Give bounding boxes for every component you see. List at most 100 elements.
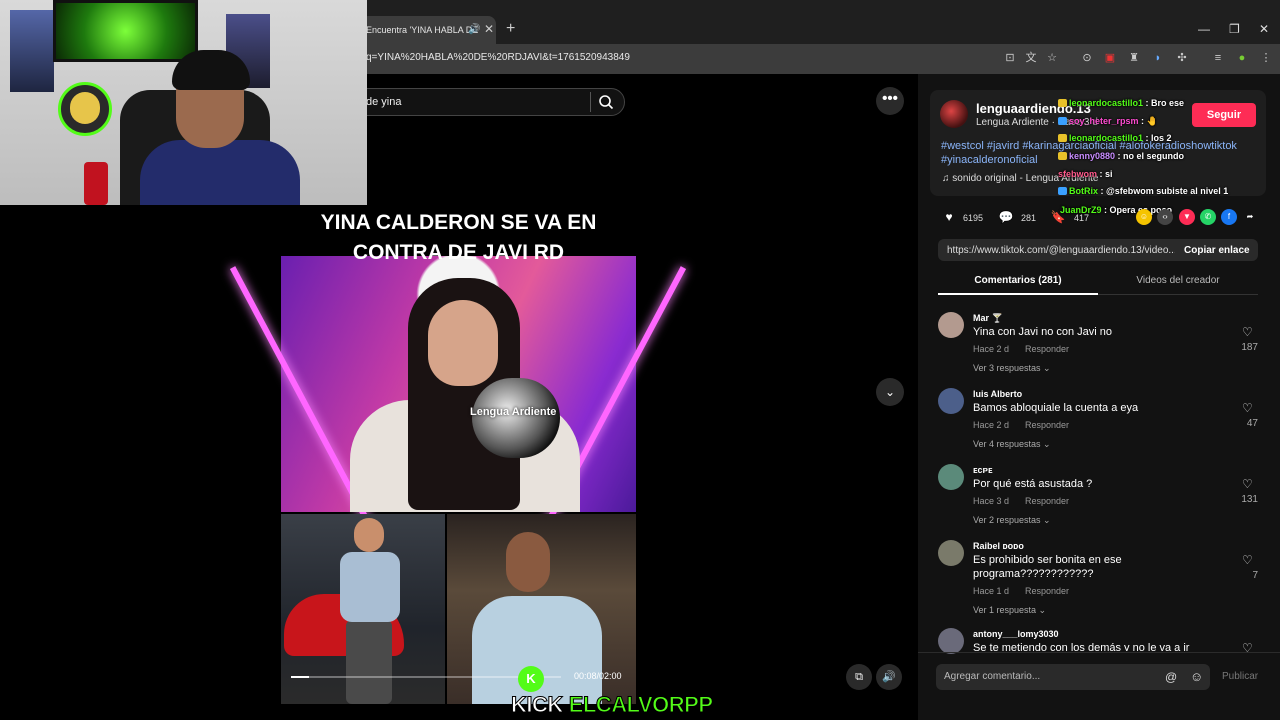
publish-button[interactable]: Publicar — [1222, 671, 1258, 682]
chat-message: leonardocastillo1 : Bro ese — [1058, 98, 1184, 108]
comment-time: Hace 2 d — [973, 344, 1010, 354]
comment-like-icon[interactable]: ♡ — [1242, 477, 1253, 491]
picture-in-picture-button[interactable]: ⧉ — [846, 664, 872, 690]
url-field[interactable]: q=YINA%20HABLA%20DE%20RDJAVI&t=176152094… — [366, 52, 630, 63]
more-options-button[interactable]: ••• — [876, 87, 904, 115]
search-divider — [590, 92, 591, 112]
embed-icon[interactable]: ‹› — [1157, 209, 1173, 225]
comment-like-count: 47 — [1246, 418, 1258, 429]
like-count: 6195 — [963, 213, 984, 223]
comment-username[interactable]: antony___lomy3030 — [973, 629, 1059, 639]
follow-button[interactable]: Seguir — [1192, 103, 1256, 127]
search-input[interactable]: de yina — [366, 96, 401, 108]
woman-face — [428, 300, 498, 386]
comment-username[interactable]: luis Alberto — [973, 389, 1022, 399]
copy-link-button[interactable]: Copiar enlace — [1184, 245, 1250, 256]
media-icon[interactable]: ≡ — [1211, 51, 1225, 65]
comment-avatar[interactable] — [938, 464, 964, 490]
close-window-button[interactable]: ✕ — [1259, 22, 1269, 36]
reply-button[interactable]: Responder — [1025, 420, 1069, 430]
comment-avatar[interactable] — [938, 388, 964, 414]
comment-avatar[interactable] — [938, 540, 964, 566]
view-replies-button[interactable]: Ver 4 respuestas ⌄ — [973, 439, 1051, 450]
profile-avatar[interactable]: ● — [1235, 51, 1249, 65]
chat-badge-icon — [1058, 99, 1067, 107]
comment-icon[interactable]: 💬 — [998, 209, 1014, 225]
comment-time: Hace 1 d — [973, 586, 1010, 596]
video-link[interactable]: https://www.tiktok.com/@lenguaardiendo.1… — [947, 245, 1175, 256]
install-icon[interactable]: ⊡ — [1003, 51, 1017, 65]
drink-can — [84, 162, 108, 205]
extension-icon[interactable]: ⊙ — [1080, 51, 1094, 65]
comment-time: Hace 2 d — [973, 420, 1010, 430]
volume-button[interactable]: 🔊 — [876, 664, 902, 690]
chat-message: sfebwom : si — [1058, 169, 1113, 179]
comment-count: 281 — [1021, 213, 1037, 223]
bookmark-icon[interactable]: 🔖 — [1050, 209, 1066, 225]
comment-text: Se te metiendo con los demás y no le va … — [973, 642, 1190, 651]
extension-icon[interactable]: ♜ — [1127, 51, 1141, 65]
view-replies-button[interactable]: Ver 2 respuestas ⌄ — [973, 515, 1051, 526]
restore-button[interactable]: ❐ — [1229, 22, 1240, 36]
search-icon[interactable] — [598, 94, 614, 110]
menu-icon[interactable]: ⋮ — [1259, 51, 1273, 65]
chat-message: BotRix : @sfebwom subiste al nivel 1 — [1058, 186, 1228, 196]
creator-avatar[interactable] — [940, 100, 968, 128]
man-head — [506, 532, 550, 592]
view-replies-button[interactable]: Ver 1 respuesta ⌄ — [973, 605, 1046, 616]
share-icon[interactable]: ➦ — [1242, 209, 1258, 225]
extension-icon[interactable]: ▣ — [1103, 51, 1117, 65]
green-screen-tv — [53, 0, 198, 62]
puzzle-icon[interactable]: ✣ — [1175, 51, 1189, 65]
brand-watermark: Lengua Ardiente — [470, 406, 557, 418]
comment-time: Hace 3 d — [973, 496, 1010, 506]
comment-username[interactable]: Mar 🍸 — [973, 313, 1003, 324]
minimize-button[interactable]: — — [1198, 22, 1210, 36]
man-head — [354, 518, 384, 552]
comment-placeholder: Agregar comentario... — [944, 671, 1041, 682]
chat-text: : 🤚 — [1138, 116, 1158, 126]
chat-username: leonardocastillo1 — [1069, 133, 1144, 143]
new-tab-button[interactable]: + — [506, 20, 515, 38]
chat-text: : no el segundo — [1115, 151, 1185, 161]
whatsapp-icon[interactable]: ✆ — [1200, 209, 1216, 225]
tab-creator-videos[interactable]: Videos del creador — [1098, 275, 1258, 286]
send-icon[interactable]: ▼ — [1179, 209, 1195, 225]
chat-message: kenny0880 : no el segundo — [1058, 151, 1184, 161]
tab-close-icon[interactable]: ✕ — [484, 22, 494, 36]
comment-text: Es prohibido ser bonita en ese programa?… — [973, 554, 1122, 580]
stream-branding: KICK ELCALVORPP — [511, 692, 714, 718]
reply-button[interactable]: Responder — [1025, 496, 1069, 506]
chat-badge-icon — [1058, 117, 1067, 125]
comment-username[interactable]: ᴇᴄᴘᴇ — [973, 465, 993, 475]
comment-like-icon[interactable]: ♡ — [1242, 325, 1253, 339]
bookmark-star-icon[interactable]: ☆ — [1045, 51, 1059, 65]
coin-icon[interactable]: ☺ — [1136, 209, 1152, 225]
progress-fill — [291, 676, 310, 678]
kick-logo-icon: K — [518, 666, 544, 692]
comment-like-icon[interactable]: ♡ — [1242, 401, 1253, 415]
wall-poster — [10, 10, 54, 92]
view-replies-button[interactable]: Ver 3 respuestas ⌄ — [973, 363, 1051, 374]
reply-button[interactable]: Responder — [1025, 586, 1069, 596]
comment-avatar[interactable] — [938, 312, 964, 338]
chat-username: BotRix — [1069, 186, 1098, 196]
like-icon[interactable]: ♥ — [941, 209, 957, 225]
video-time: 00:08/02:00 — [574, 671, 622, 681]
emoji-icon[interactable]: ☺ — [1190, 669, 1203, 684]
reply-button[interactable]: Responder — [1025, 344, 1069, 354]
comment-username[interactable]: Raibel ᴅᴏᴅᴏ — [973, 541, 1024, 551]
chat-text: : los 2 — [1143, 133, 1172, 143]
comment-text: Bamos abloquiale la cuenta a eya — [973, 402, 1139, 414]
active-tab-indicator — [938, 293, 1098, 295]
chat-badge-icon — [1058, 152, 1067, 160]
tab-audio-icon[interactable]: 🔊 — [468, 24, 480, 35]
comment-avatar[interactable] — [938, 628, 964, 654]
tab-comments[interactable]: Comentarios (281) — [938, 275, 1098, 286]
facebook-icon[interactable]: f — [1221, 209, 1237, 225]
comment-like-icon[interactable]: ♡ — [1242, 553, 1253, 567]
next-video-button[interactable]: ⌄ — [876, 378, 904, 406]
extension-icon[interactable]: ◗ — [1151, 51, 1165, 65]
mention-icon[interactable]: @ — [1165, 670, 1177, 684]
translate-icon[interactable]: 文 — [1024, 51, 1038, 65]
